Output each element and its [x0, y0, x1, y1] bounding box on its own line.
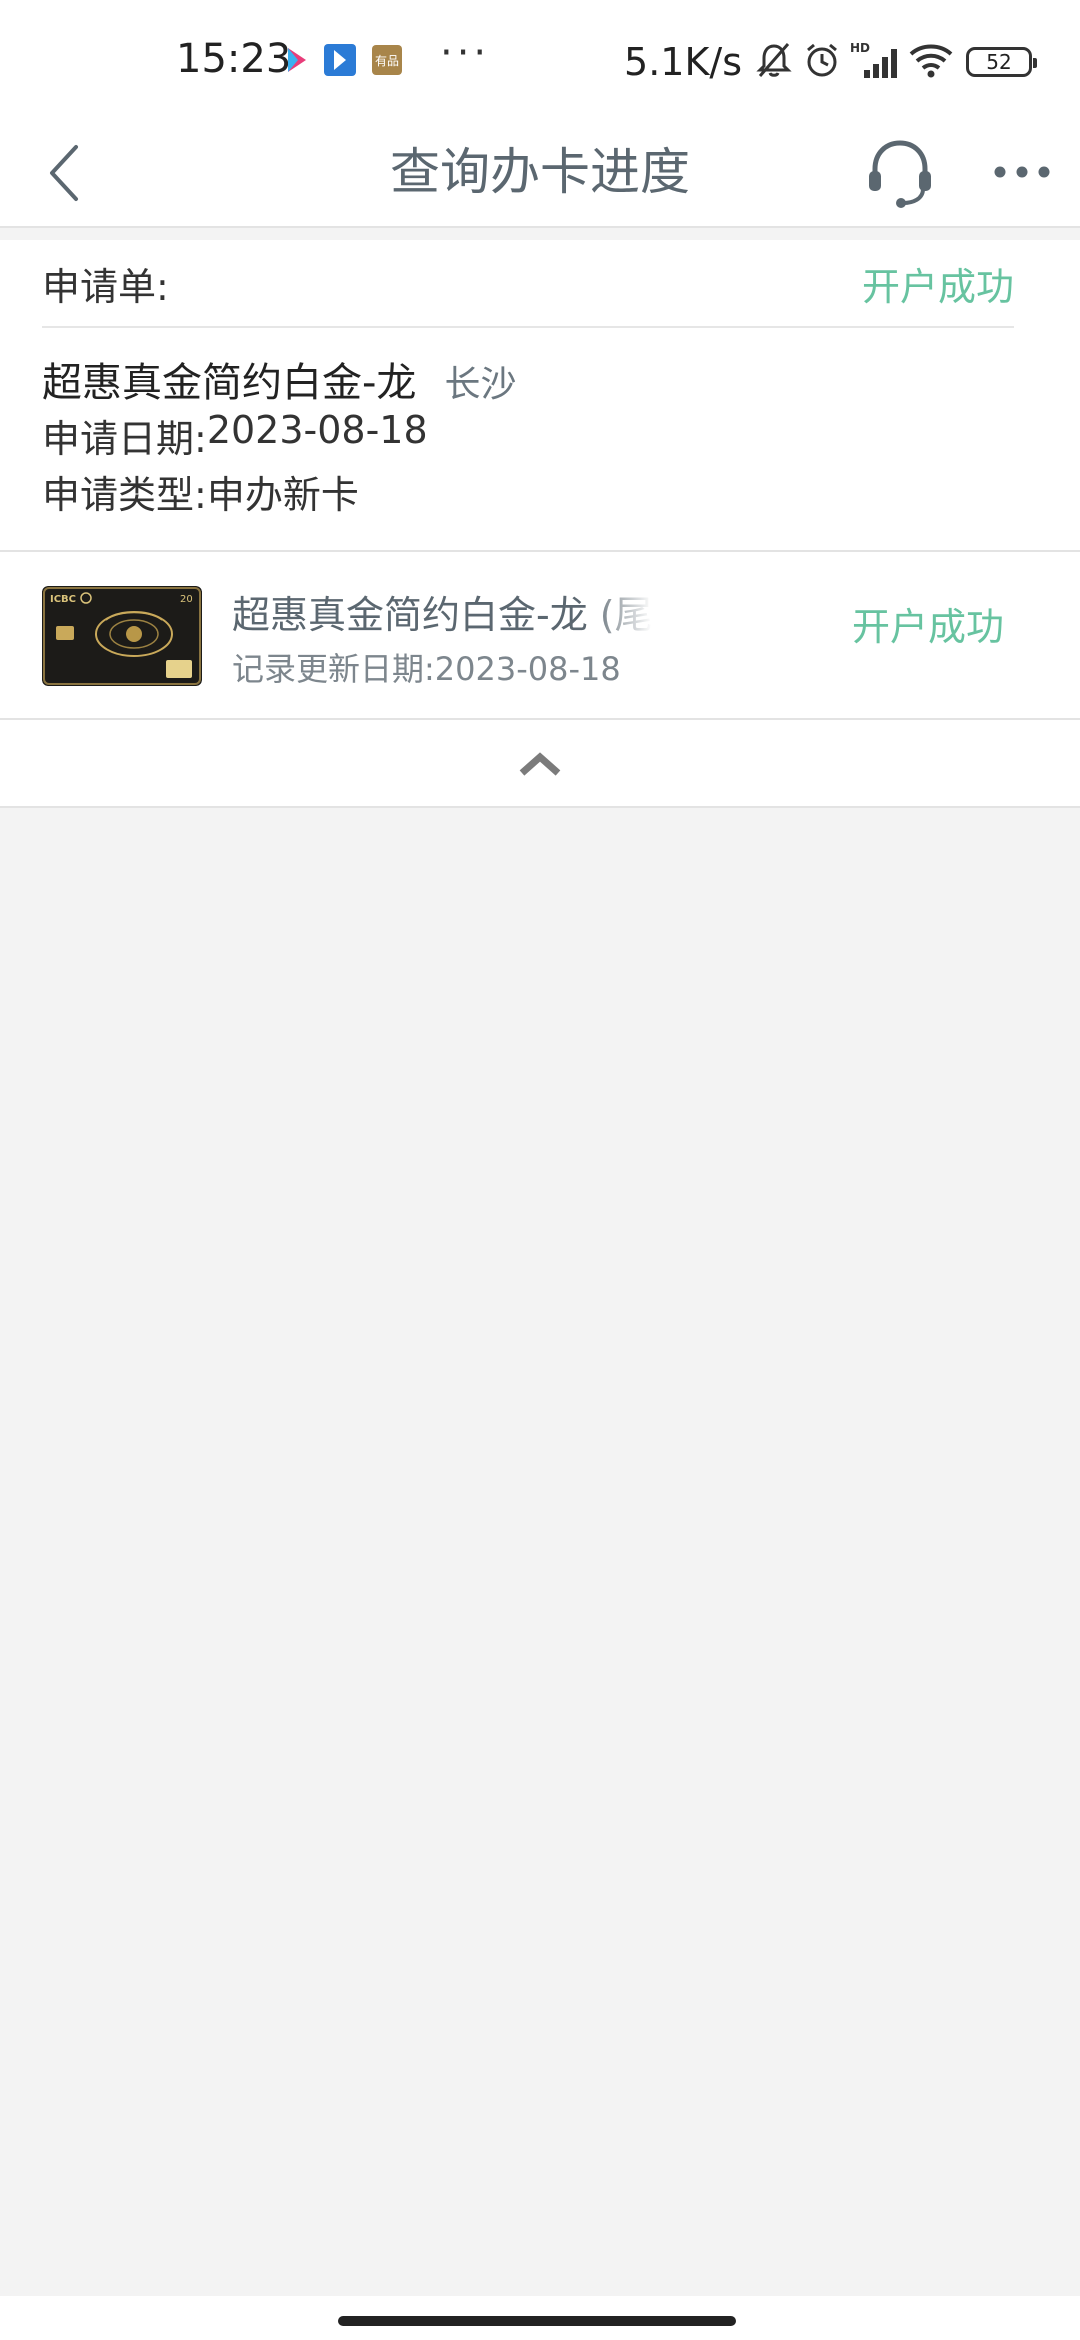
headset-icon [869, 140, 931, 208]
status-more-dots: ··· [440, 30, 491, 76]
card-thumb-number: 20 [180, 594, 193, 605]
apply-date-value: 2023-08-18 [206, 408, 428, 452]
back-arrow-icon [50, 145, 78, 201]
more-dots-icon [994, 166, 1050, 178]
status-bar: 15:23 有品 ··· 5.1K/s HD 52 [0, 0, 1080, 120]
card-item-status: 开户成功 [851, 605, 1004, 649]
youpin-app-icon: 有品 [372, 45, 402, 79]
card-name-row: 超惠真金简约白金-龙 长沙 [42, 350, 1022, 406]
network-speed: 5.1K/s [624, 40, 742, 84]
signal-hd-label: HD [850, 41, 870, 55]
card-item-update-date: 记录更新日期:2023-08-18 [232, 644, 621, 690]
nav-bar: 查询办卡进度 [0, 120, 1080, 228]
collapse-toggle[interactable] [0, 720, 1080, 808]
video-app-icon [284, 46, 308, 78]
chevron-up-icon [519, 752, 561, 776]
apply-type-value: 申办新卡 [206, 473, 359, 517]
customer-service-button[interactable] [862, 130, 938, 216]
signal-icon: HD [850, 40, 900, 84]
card-item-title: 超惠真金简约白金-龙 (尾 [232, 593, 652, 637]
apply-type-row: 申请类型: 申办新卡 [42, 464, 1022, 517]
battery-indicator: 52 [966, 47, 1037, 77]
card-city: 长沙 [444, 364, 517, 405]
home-indicator[interactable] [338, 2316, 736, 2326]
youpin-label: 有品 [375, 54, 399, 68]
application-header: 申请单: 开户成功 [42, 240, 1014, 328]
update-date-value: 2023-08-18 [434, 650, 621, 688]
application-status: 开户成功 [861, 265, 1014, 309]
bookmark-app-icon [324, 44, 356, 80]
apply-date-row: 申请日期: 2023-08-18 [42, 408, 1022, 461]
apply-date-label: 申请日期: [42, 417, 207, 461]
alarm-icon [802, 40, 842, 84]
application-details: 超惠真金简约白金-龙 长沙 申请日期: 2023-08-18 申请类型: 申办新… [42, 350, 1022, 517]
back-button[interactable] [36, 138, 92, 208]
status-app-icons: 有品 [284, 44, 402, 80]
card-thumb-brand: ICBC [50, 594, 76, 605]
wifi-icon [908, 40, 954, 84]
card-list-item[interactable]: ICBC 20 超惠真金简约白金-龙 (尾 记录更新日期:2023-08-18 … [0, 552, 1080, 720]
bell-muted-icon [754, 40, 794, 84]
application-card: 申请单: 开户成功 超惠真金简约白金-龙 长沙 申请日期: 2023-08-18… [0, 240, 1080, 552]
more-menu-button[interactable] [988, 142, 1056, 202]
card-image: ICBC 20 [42, 586, 202, 686]
page: 15:23 有品 ··· 5.1K/s HD 52 查询办卡进度 申请单: 开户… [0, 0, 1080, 2340]
update-date-label: 记录更新日期: [232, 650, 435, 688]
status-right-group: 5.1K/s HD 52 [624, 38, 1037, 86]
card-name: 超惠真金简约白金-龙 [42, 360, 417, 406]
status-time: 15:23 [176, 36, 292, 82]
application-label: 申请单: [42, 265, 169, 309]
apply-type-label: 申请类型: [42, 473, 207, 517]
